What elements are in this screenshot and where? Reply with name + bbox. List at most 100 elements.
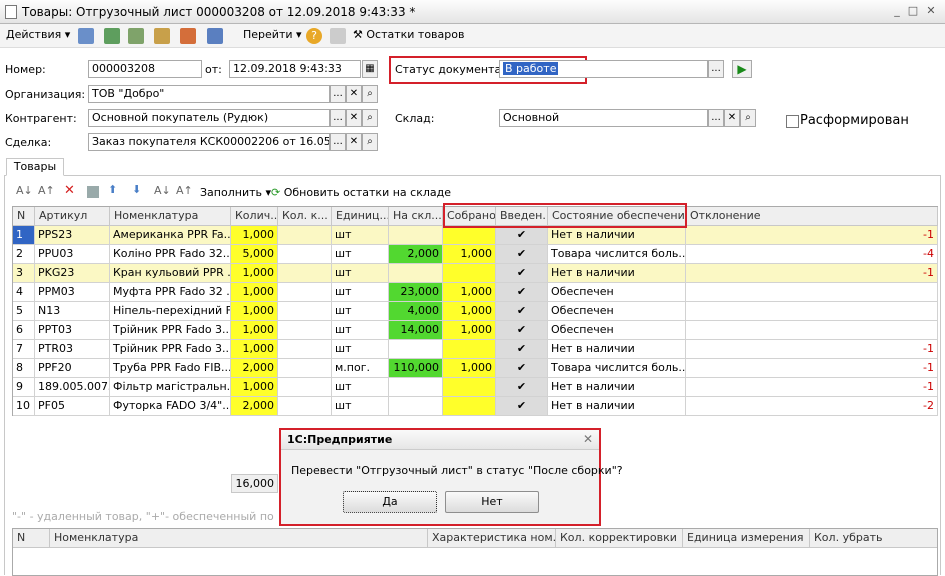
warehouse-search-icon[interactable]: ⌕	[740, 109, 756, 127]
col-qty-cell[interactable]: 1,000	[231, 264, 278, 283]
col-provision-cell[interactable]: Товара числится боль...	[548, 359, 686, 378]
col-provision-cell[interactable]: Нет в наличии	[548, 378, 686, 397]
col-deviation-cell[interactable]: -1	[686, 264, 938, 283]
col-entered-cell[interactable]: ✔	[496, 283, 548, 302]
col-unit-cell[interactable]: шт	[332, 302, 389, 321]
col-article-cell[interactable]: PPS23	[35, 226, 110, 245]
col-deviation-cell[interactable]: -1	[686, 359, 938, 378]
col-nomenclature-cell[interactable]: Трійник PPR Fado 3...	[110, 321, 231, 340]
dialog-close-icon[interactable]: ✕	[583, 432, 593, 446]
col-qty-k-cell[interactable]	[278, 264, 332, 283]
col-entered-cell[interactable]: ✔	[496, 378, 548, 397]
stock-button[interactable]: ⚒ Остатки товаров	[353, 28, 464, 41]
col-stock-cell[interactable]: 14,000	[389, 321, 443, 340]
col-collected-cell[interactable]: 1,000	[443, 302, 496, 321]
col-qty-k-cell[interactable]	[278, 321, 332, 340]
delete-row-icon[interactable]: ✕	[64, 183, 75, 198]
col-qty-header[interactable]: Колич...	[231, 207, 278, 226]
col-unit-cell[interactable]: м.пог.	[332, 359, 389, 378]
col-qty-k-cell[interactable]	[278, 359, 332, 378]
col-n-cell[interactable]: 2	[13, 245, 35, 264]
refresh-stock-button[interactable]: ⟳ Обновить остатки на складе	[271, 186, 451, 199]
col-collected-cell[interactable]	[443, 397, 496, 416]
contractor-search-icon[interactable]: ⌕	[362, 109, 378, 127]
col-deviation-cell[interactable]	[686, 321, 938, 340]
col-n-cell[interactable]: 5	[13, 302, 35, 321]
deal-search-icon[interactable]: ⌕	[362, 133, 378, 151]
col-n-cell[interactable]: 8	[13, 359, 35, 378]
col-deviation-cell[interactable]	[686, 302, 938, 321]
move-up-icon[interactable]: ⬆	[108, 183, 117, 196]
col-nomenclature-cell[interactable]: Трійник PPR Fado 3...	[110, 340, 231, 359]
col-qty-k-header[interactable]: Кол. к...	[278, 207, 332, 226]
col-header[interactable]: Единица измерения	[683, 529, 810, 548]
col-stock-cell[interactable]	[389, 264, 443, 283]
yes-button[interactable]: Да	[343, 491, 437, 513]
col-n-cell[interactable]: 10	[13, 397, 35, 416]
org-search-icon[interactable]: ⌕	[362, 85, 378, 103]
col-qty-k-cell[interactable]	[278, 302, 332, 321]
col-qty-k-cell[interactable]	[278, 378, 332, 397]
col-nomenclature-cell[interactable]: Коліно PPR Fado 32...	[110, 245, 231, 264]
col-collected-cell[interactable]	[443, 226, 496, 245]
post-close-icon[interactable]	[128, 28, 144, 44]
col-nomenclature-cell[interactable]: Футорка FADO 3/4"...	[110, 397, 231, 416]
col-n-cell[interactable]: 4	[13, 283, 35, 302]
col-stock-cell[interactable]: 4,000	[389, 302, 443, 321]
col-unit-cell[interactable]: шт	[332, 264, 389, 283]
col-provision-cell[interactable]: Нет в наличии	[548, 397, 686, 416]
move-down-icon[interactable]: ⬇	[132, 183, 141, 196]
col-entered-cell[interactable]: ✔	[496, 264, 548, 283]
col-provision-cell[interactable]: Товара числится боль...	[548, 245, 686, 264]
col-collected-cell[interactable]	[443, 378, 496, 397]
calendar-icon[interactable]: ▦	[362, 60, 378, 78]
col-deviation-cell[interactable]: -2	[686, 397, 938, 416]
maximize-icon[interactable]: □	[906, 5, 920, 18]
col-deviation-header[interactable]: Отклонение	[686, 207, 938, 226]
col-stock-cell[interactable]	[389, 226, 443, 245]
col-collected-cell[interactable]: 1,000	[443, 245, 496, 264]
sort-b-icon[interactable]: A↑	[176, 184, 193, 197]
report-icon[interactable]	[180, 28, 196, 44]
col-article-cell[interactable]: N13	[35, 302, 110, 321]
col-stock-cell[interactable]: 110,000	[389, 359, 443, 378]
col-stock-cell[interactable]	[389, 340, 443, 359]
col-deviation-cell[interactable]	[686, 283, 938, 302]
col-stock-cell[interactable]	[389, 397, 443, 416]
goto-menu[interactable]: Перейти ▾	[243, 28, 302, 41]
col-unit-cell[interactable]: шт	[332, 340, 389, 359]
col-stock-cell[interactable]	[389, 378, 443, 397]
col-entered-cell[interactable]: ✔	[496, 397, 548, 416]
col-header[interactable]: Характеристика ном...	[428, 529, 556, 548]
col-header[interactable]: Кол. убрать	[810, 529, 937, 548]
col-nomenclature-cell[interactable]: Кран кульовий PPR ...	[110, 264, 231, 283]
org-field[interactable]: ТОВ "Добро"	[88, 85, 330, 103]
run-icon[interactable]: ▶	[732, 60, 752, 78]
col-stock-cell[interactable]: 2,000	[389, 245, 443, 264]
col-article-cell[interactable]: PPF20	[35, 359, 110, 378]
col-deviation-cell[interactable]: -4	[686, 245, 938, 264]
minimize-icon[interactable]: _	[890, 5, 904, 18]
col-n-cell[interactable]: 9	[13, 378, 35, 397]
warehouse-field[interactable]: Основной	[499, 109, 708, 127]
col-provision-cell[interactable]: Обеспечен	[548, 321, 686, 340]
col-entered-cell[interactable]: ✔	[496, 359, 548, 378]
col-provision-cell[interactable]: Обеспечен	[548, 302, 686, 321]
col-collected-cell[interactable]: 1,000	[443, 359, 496, 378]
col-qty-k-cell[interactable]	[278, 226, 332, 245]
sort-a-icon[interactable]: A↓	[154, 184, 171, 197]
col-provision-cell[interactable]: Нет в наличии	[548, 226, 686, 245]
col-header[interactable]: Кол. корректировки	[556, 529, 683, 548]
col-n-cell[interactable]: 6	[13, 321, 35, 340]
sort-desc-icon[interactable]: A↑	[38, 184, 55, 197]
col-entered-cell[interactable]: ✔	[496, 340, 548, 359]
col-nomenclature-cell[interactable]: Американка PPR Fa...	[110, 226, 231, 245]
col-deviation-cell[interactable]: -1	[686, 340, 938, 359]
col-nomenclature-cell[interactable]: Фільтр магістральн...	[110, 378, 231, 397]
col-article-cell[interactable]: PPT03	[35, 321, 110, 340]
col-collected-cell[interactable]: 1,000	[443, 321, 496, 340]
col-entered-cell[interactable]: ✔	[496, 321, 548, 340]
document-list-icon[interactable]	[330, 28, 346, 44]
col-n-header[interactable]: N	[13, 207, 35, 226]
col-article-cell[interactable]: PPM03	[35, 283, 110, 302]
